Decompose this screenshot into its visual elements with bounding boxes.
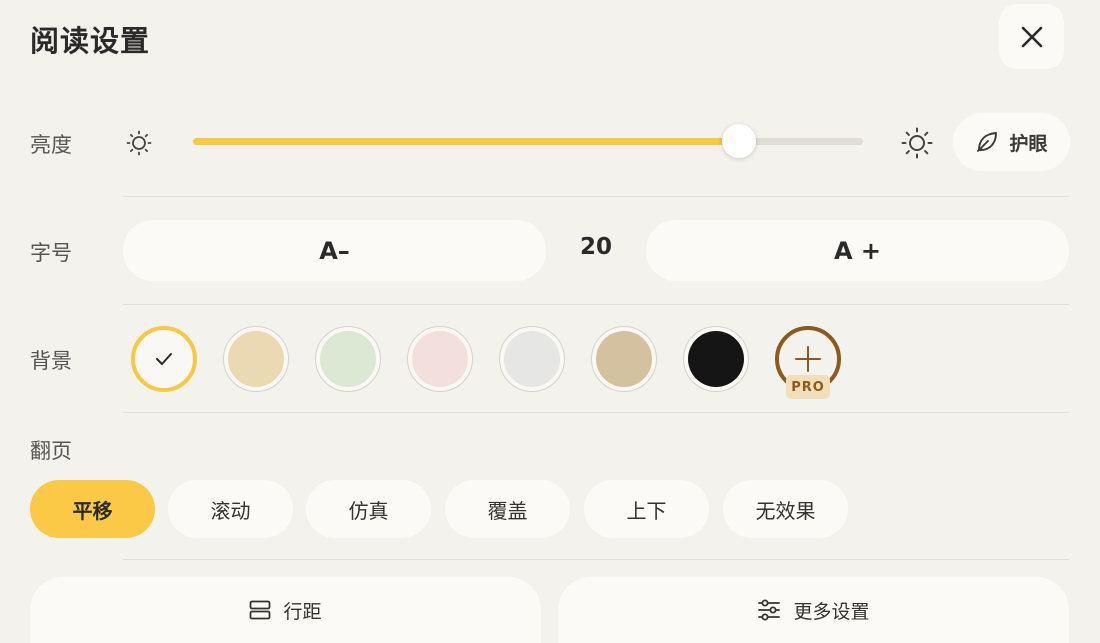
sun-low-icon <box>124 128 154 158</box>
brightness-slider-fill <box>193 138 740 145</box>
pro-badge: PRO <box>786 375 830 399</box>
background-swatch-green[interactable] <box>315 326 381 392</box>
brightness-slider[interactable] <box>193 124 863 158</box>
font-increase-button[interactable]: A + <box>646 220 1069 281</box>
font-size-label: 字号 <box>30 241 72 265</box>
background-swatch-color <box>320 331 376 387</box>
page-turn-option-cover[interactable]: 覆盖 <box>445 480 570 538</box>
eye-care-button[interactable]: 护眼 <box>953 113 1070 171</box>
brightness-label: 亮度 <box>30 133 72 157</box>
divider <box>123 412 1069 413</box>
background-swatch-tan[interactable] <box>591 326 657 392</box>
divider <box>123 559 1069 560</box>
background-swatch-color <box>228 331 284 387</box>
page-turn-option-pan[interactable]: 平移 <box>30 480 155 538</box>
plus-icon <box>795 346 821 372</box>
background-swatch-color <box>504 331 560 387</box>
line-spacing-button[interactable]: 行距 <box>30 577 541 643</box>
background-label: 背景 <box>30 349 72 373</box>
sliders-icon <box>758 599 781 621</box>
font-decrease-button[interactable]: A– <box>123 220 546 281</box>
leaf-icon <box>977 132 998 152</box>
background-swatch-color <box>688 331 744 387</box>
eye-care-label: 护眼 <box>1009 132 1048 155</box>
more-settings-button[interactable]: 更多设置 <box>558 577 1069 643</box>
page-title: 阅读设置 <box>30 24 151 58</box>
divider <box>123 304 1069 305</box>
line-spacing-label: 行距 <box>283 600 322 623</box>
brightness-slider-thumb[interactable] <box>722 124 757 158</box>
divider <box>123 196 1069 197</box>
page-turn-option-none[interactable]: 无效果 <box>723 480 848 538</box>
page-turn-option-simulation[interactable]: 仿真 <box>306 480 431 538</box>
font-size-value: 20 <box>579 234 612 260</box>
background-swatch-color <box>596 331 652 387</box>
check-icon <box>156 353 172 365</box>
background-swatch-beige[interactable] <box>223 326 289 392</box>
background-swatch-black[interactable] <box>683 326 749 392</box>
page-turn-option-scroll[interactable]: 滚动 <box>168 480 293 538</box>
background-swatch-gray[interactable] <box>499 326 565 392</box>
sun-high-icon <box>900 126 934 160</box>
reading-settings-panel: 阅读设置 亮度 护眼 字号 A– 20 A + 背景 PRO 翻页 平移 滚动 … <box>0 0 1100 643</box>
line-spacing-icon <box>250 600 271 620</box>
more-settings-label: 更多设置 <box>793 600 870 623</box>
close-icon <box>1021 26 1042 47</box>
page-turn-option-vertical[interactable]: 上下 <box>584 480 709 538</box>
background-swatch-color <box>412 331 468 387</box>
close-button[interactable] <box>999 4 1064 69</box>
background-swatch-default[interactable] <box>131 326 197 392</box>
page-turn-label: 翻页 <box>30 439 72 463</box>
background-swatch-pink[interactable] <box>407 326 473 392</box>
